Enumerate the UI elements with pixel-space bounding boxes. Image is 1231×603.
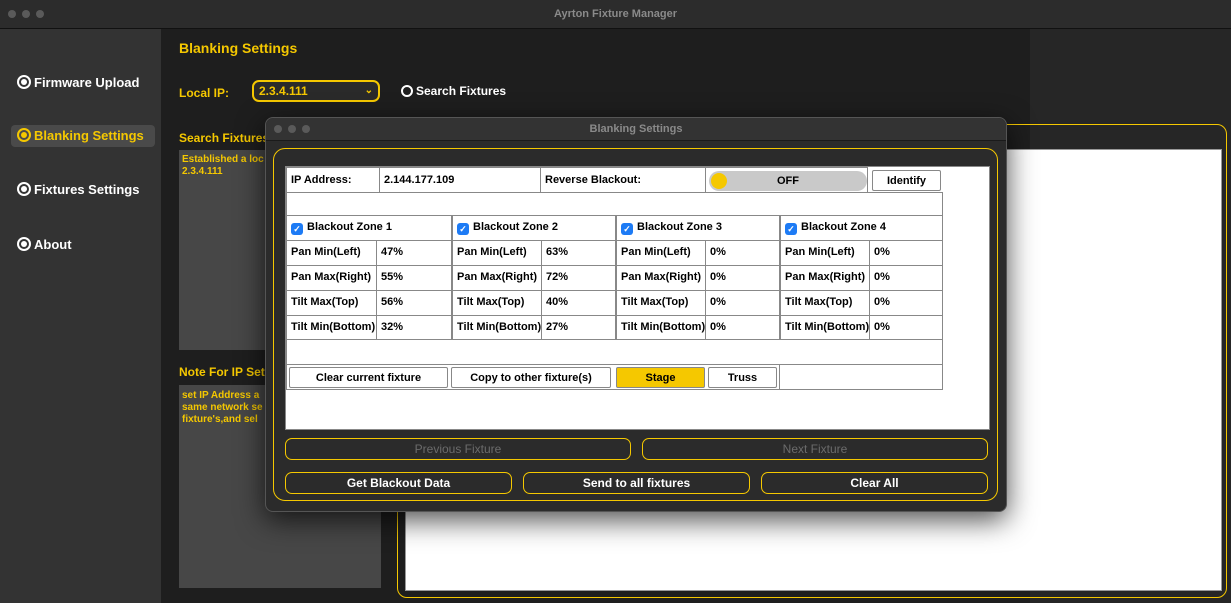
search-fixtures-button[interactable]: Search Fixtures xyxy=(401,82,506,100)
tilt-min-label: Tilt Min(Bottom) xyxy=(452,315,542,341)
blackout-zone-header[interactable]: ✓ Blackout Zone 3 xyxy=(616,215,780,241)
pan-max-label: Pan Max(Right) xyxy=(780,265,870,291)
identify-button[interactable]: Identify xyxy=(872,170,941,191)
reverse-blackout-label: Reverse Blackout: xyxy=(540,167,706,193)
search-log-line: Established a loc xyxy=(182,154,264,165)
tilt-min-label: Tilt Min(Bottom) xyxy=(616,315,706,341)
blackout-zone-name: Blackout Zone 4 xyxy=(801,221,886,233)
blanking-settings-dialog: Blanking Settings IP Address: 2.144.177.… xyxy=(265,117,1007,512)
spacer-row xyxy=(286,339,943,365)
next-fixture-button[interactable]: Next Fixture xyxy=(642,438,988,460)
pan-max-label: Pan Max(Right) xyxy=(286,265,377,291)
sidebar-item-fixtures-settings[interactable]: Fixtures Settings xyxy=(11,179,145,201)
empty-cell xyxy=(779,364,943,390)
dialog-title: Blanking Settings xyxy=(589,123,683,135)
main-title-bar: Ayrton Fixture Manager xyxy=(0,0,1231,29)
chevron-down-icon: ⌄ xyxy=(364,85,373,96)
tilt-max-label: Tilt Max(Top) xyxy=(780,290,870,316)
tilt-max-value[interactable]: 0% xyxy=(705,290,780,316)
pan-max-value[interactable]: 0% xyxy=(869,265,943,291)
tilt-min-value[interactable]: 0% xyxy=(705,315,780,341)
tilt-max-label: Tilt Max(Top) xyxy=(452,290,542,316)
tilt-max-value[interactable]: 40% xyxy=(541,290,616,316)
blackout-zone-name: Blackout Zone 2 xyxy=(473,221,558,233)
sidebar: Firmware Upload Blanking Settings Fixtur… xyxy=(0,29,161,603)
blanking-icon xyxy=(17,128,31,142)
tilt-min-value[interactable]: 27% xyxy=(541,315,616,341)
tilt-max-value[interactable]: 56% xyxy=(376,290,452,316)
note-line: fixture's,and sel xyxy=(182,414,258,425)
pan-min-label: Pan Min(Left) xyxy=(452,240,542,266)
pan-max-value[interactable]: 72% xyxy=(541,265,616,291)
tilt-min-value[interactable]: 0% xyxy=(869,315,943,341)
ip-address-label: IP Address: xyxy=(286,167,380,193)
reverse-blackout-cell: OFF xyxy=(705,167,868,193)
blackout-zone-header[interactable]: ✓ Blackout Zone 1 xyxy=(286,215,452,241)
search-icon xyxy=(401,85,413,97)
tilt-max-label: Tilt Max(Top) xyxy=(286,290,377,316)
clear-all-button[interactable]: Clear All xyxy=(761,472,988,494)
blackout-table-area: IP Address: 2.144.177.109 Reverse Blacko… xyxy=(285,166,990,430)
pan-min-value[interactable]: 0% xyxy=(869,240,943,266)
pan-max-value[interactable]: 55% xyxy=(376,265,452,291)
local-ip-value: 2.3.4.111 xyxy=(259,84,308,98)
note-panel-title: Note For IP Set xyxy=(179,365,265,379)
checkbox-icon[interactable]: ✓ xyxy=(621,223,633,235)
blackout-zone-name: Blackout Zone 1 xyxy=(307,221,392,233)
local-ip-select[interactable]: 2.3.4.111 ⌄ xyxy=(252,80,380,102)
tilt-min-label: Tilt Min(Bottom) xyxy=(780,315,870,341)
note-line: same network se xyxy=(182,402,263,413)
local-ip-label: Local IP: xyxy=(179,86,230,100)
sidebar-item-blanking-settings[interactable]: Blanking Settings xyxy=(11,125,155,147)
search-panel-title: Search Fixtures xyxy=(179,131,270,145)
toggle-state-label: OFF xyxy=(777,175,799,187)
reverse-blackout-toggle[interactable]: OFF xyxy=(709,171,867,191)
gear-icon xyxy=(17,182,31,196)
pan-max-label: Pan Max(Right) xyxy=(452,265,542,291)
dialog-title-bar: Blanking Settings xyxy=(266,118,1006,141)
search-fixtures-label: Search Fixtures xyxy=(416,84,507,98)
previous-fixture-button[interactable]: Previous Fixture xyxy=(285,438,631,460)
pan-min-value[interactable]: 0% xyxy=(705,240,780,266)
get-blackout-data-button[interactable]: Get Blackout Data xyxy=(285,472,512,494)
checkbox-icon[interactable]: ✓ xyxy=(457,223,469,235)
firmware-icon xyxy=(17,75,31,89)
tilt-max-value[interactable]: 0% xyxy=(869,290,943,316)
ip-address-value: 2.144.177.109 xyxy=(379,167,541,193)
checkbox-icon[interactable]: ✓ xyxy=(291,223,303,235)
window-title: Ayrton Fixture Manager xyxy=(553,8,678,20)
info-icon xyxy=(17,237,31,251)
pan-min-label: Pan Min(Left) xyxy=(780,240,870,266)
sidebar-item-label: Blanking Settings xyxy=(34,128,144,143)
section-title: Blanking Settings xyxy=(179,40,298,56)
blackout-zone-name: Blackout Zone 3 xyxy=(637,221,722,233)
copy-to-other-fixtures-button[interactable]: Copy to other fixture(s) xyxy=(451,367,611,388)
search-log-line: 2.3.4.111 xyxy=(182,166,223,177)
sidebar-item-about[interactable]: About xyxy=(11,234,78,256)
stage-button[interactable]: Stage xyxy=(616,367,705,388)
clear-current-fixture-button[interactable]: Clear current fixture xyxy=(289,367,448,388)
checkbox-icon[interactable]: ✓ xyxy=(785,223,797,235)
sidebar-item-label: About xyxy=(34,237,72,252)
pan-min-value[interactable]: 47% xyxy=(376,240,452,266)
blackout-zone-header[interactable]: ✓ Blackout Zone 2 xyxy=(452,215,616,241)
pan-max-label: Pan Max(Right) xyxy=(616,265,706,291)
tilt-max-label: Tilt Max(Top) xyxy=(616,290,706,316)
pan-min-value[interactable]: 63% xyxy=(541,240,616,266)
sidebar-item-label: Fixtures Settings xyxy=(34,182,140,197)
send-to-all-fixtures-button[interactable]: Send to all fixtures xyxy=(523,472,750,494)
note-line: set IP Address a xyxy=(182,390,260,401)
blackout-zone-header[interactable]: ✓ Blackout Zone 4 xyxy=(780,215,943,241)
truss-button[interactable]: Truss xyxy=(708,367,777,388)
pan-min-label: Pan Min(Left) xyxy=(616,240,706,266)
pan-max-value[interactable]: 0% xyxy=(705,265,780,291)
tilt-min-label: Tilt Min(Bottom) xyxy=(286,315,377,341)
sidebar-item-firmware-upload[interactable]: Firmware Upload xyxy=(11,72,145,94)
spacer-row xyxy=(286,192,943,216)
sidebar-item-label: Firmware Upload xyxy=(34,75,140,90)
pan-min-label: Pan Min(Left) xyxy=(286,240,377,266)
tilt-min-value[interactable]: 32% xyxy=(376,315,452,341)
